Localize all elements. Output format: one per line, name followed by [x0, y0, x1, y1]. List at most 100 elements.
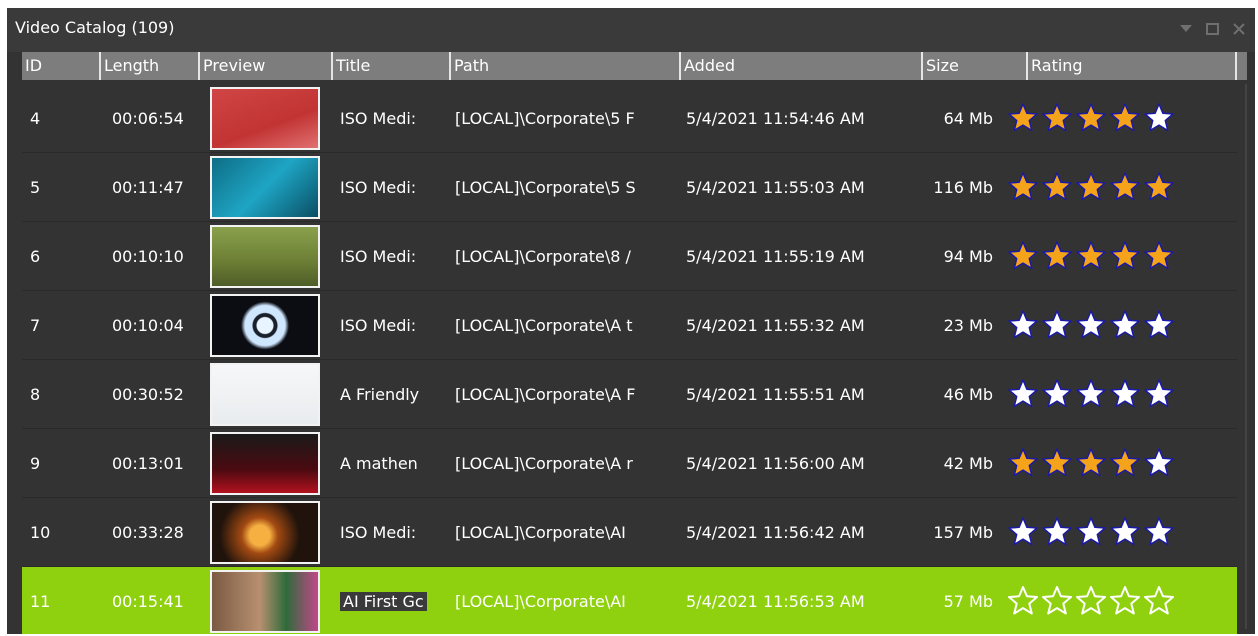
- cell-preview: [202, 431, 336, 495]
- star-filled-icon[interactable]: [1109, 171, 1141, 203]
- star-filled-icon[interactable]: [1041, 171, 1073, 203]
- column-header-path[interactable]: Path: [451, 52, 681, 80]
- table-row[interactable]: 10 00:33:28 ISO Medi: [LOCAL]\Corporate\…: [22, 498, 1237, 567]
- star-empty-icon[interactable]: [1075, 378, 1107, 410]
- cell-length: 00:15:41: [112, 591, 184, 611]
- table-row-selected[interactable]: 11 00:15:41 AI First Gc [LOCAL]\Corporat…: [22, 567, 1237, 634]
- star-filled-icon[interactable]: [1075, 240, 1107, 272]
- star-empty-icon[interactable]: [1041, 309, 1073, 341]
- column-header-preview[interactable]: Preview: [200, 52, 333, 80]
- cell-title: ISO Medi:: [340, 108, 417, 128]
- star-empty-icon[interactable]: [1143, 447, 1175, 479]
- star-empty-icon[interactable]: [1075, 585, 1107, 617]
- star-empty-icon[interactable]: [1041, 516, 1073, 548]
- star-filled-icon[interactable]: [1143, 171, 1175, 203]
- star-filled-icon[interactable]: [1075, 102, 1107, 134]
- star-empty-icon[interactable]: [1143, 102, 1175, 134]
- table-row[interactable]: 9 00:13:01 A mathen [LOCAL]\Corporate\A …: [22, 429, 1237, 498]
- star-filled-icon[interactable]: [1109, 102, 1141, 134]
- star-filled-icon[interactable]: [1109, 447, 1141, 479]
- column-header-added[interactable]: Added: [681, 52, 923, 80]
- star-filled-icon[interactable]: [1075, 171, 1107, 203]
- star-empty-icon[interactable]: [1143, 516, 1175, 548]
- star-empty-icon[interactable]: [1109, 378, 1141, 410]
- cell-path: [LOCAL]\Corporate\A F: [455, 384, 636, 404]
- cell-added: 5/4/2021 11:55:32 AM: [686, 315, 865, 335]
- star-empty-icon[interactable]: [1007, 378, 1039, 410]
- rating-stars[interactable]: [1001, 516, 1237, 548]
- star-empty-icon[interactable]: [1075, 309, 1107, 341]
- star-filled-icon[interactable]: [1041, 447, 1073, 479]
- star-filled-icon[interactable]: [1109, 240, 1141, 272]
- rating-stars[interactable]: [1001, 309, 1237, 341]
- close-icon[interactable]: [1233, 23, 1245, 35]
- table-row[interactable]: 8 00:30:52 A Friendly [LOCAL]\Corporate\…: [22, 360, 1237, 429]
- cell-length: 00:33:28: [112, 522, 184, 542]
- cell-length: 00:10:10: [112, 246, 184, 266]
- cell-preview: [202, 155, 336, 219]
- rating-stars[interactable]: [1001, 102, 1237, 134]
- vertical-scrollbar[interactable]: [1245, 84, 1247, 629]
- dropdown-icon[interactable]: [1180, 25, 1192, 33]
- cell-title: ISO Medi:: [340, 315, 417, 335]
- cell-length: 00:11:47: [112, 177, 184, 197]
- rating-stars[interactable]: [1001, 585, 1237, 617]
- rating-stars[interactable]: [1001, 240, 1237, 272]
- cell-length: 00:13:01: [112, 453, 184, 473]
- video-thumbnail[interactable]: [210, 293, 320, 357]
- table-row[interactable]: 5 00:11:47 ISO Medi: [LOCAL]\Corporate\5…: [22, 153, 1237, 222]
- maximize-icon[interactable]: [1206, 23, 1219, 35]
- table-row[interactable]: 4 00:06:54 ISO Medi: [LOCAL]\Corporate\5…: [22, 84, 1237, 153]
- star-empty-icon[interactable]: [1007, 309, 1039, 341]
- cell-title: A mathen: [340, 453, 418, 473]
- star-filled-icon[interactable]: [1007, 102, 1039, 134]
- star-empty-icon[interactable]: [1007, 585, 1039, 617]
- star-empty-icon[interactable]: [1007, 516, 1039, 548]
- video-thumbnail[interactable]: [210, 500, 320, 564]
- star-filled-icon[interactable]: [1041, 102, 1073, 134]
- star-empty-icon[interactable]: [1075, 516, 1107, 548]
- cell-title: A Friendly: [340, 384, 420, 404]
- video-thumbnail[interactable]: [210, 431, 320, 495]
- video-list: 4 00:06:54 ISO Medi: [LOCAL]\Corporate\5…: [22, 84, 1237, 634]
- window-controls: [1180, 23, 1245, 35]
- video-thumbnail[interactable]: [210, 569, 320, 633]
- star-empty-icon[interactable]: [1109, 585, 1141, 617]
- video-catalog-window: Video Catalog (109) ID Length Preview Ti…: [7, 8, 1255, 634]
- column-header-size[interactable]: Size: [923, 52, 1028, 80]
- star-filled-icon[interactable]: [1075, 447, 1107, 479]
- star-empty-icon[interactable]: [1143, 309, 1175, 341]
- star-empty-icon[interactable]: [1143, 585, 1175, 617]
- column-header-id[interactable]: ID: [22, 52, 101, 80]
- video-thumbnail[interactable]: [210, 362, 320, 426]
- video-thumbnail[interactable]: [210, 224, 320, 288]
- table-row[interactable]: 6 00:10:10 ISO Medi: [LOCAL]\Corporate\8…: [22, 222, 1237, 291]
- star-empty-icon[interactable]: [1109, 516, 1141, 548]
- star-filled-icon[interactable]: [1007, 171, 1039, 203]
- column-header-title[interactable]: Title: [333, 52, 451, 80]
- column-header-length[interactable]: Length: [101, 52, 200, 80]
- star-empty-icon[interactable]: [1041, 585, 1073, 617]
- window-titlebar: Video Catalog (109): [7, 8, 1255, 52]
- cell-added: 5/4/2021 11:55:03 AM: [686, 177, 865, 197]
- cell-size: 42 Mb: [943, 453, 993, 473]
- column-header-rating[interactable]: Rating: [1028, 52, 1237, 80]
- video-thumbnail[interactable]: [210, 155, 320, 219]
- star-empty-icon[interactable]: [1143, 378, 1175, 410]
- rating-stars[interactable]: [1001, 447, 1237, 479]
- rating-stars[interactable]: [1001, 171, 1237, 203]
- star-filled-icon[interactable]: [1143, 240, 1175, 272]
- star-empty-icon[interactable]: [1041, 378, 1073, 410]
- cell-size: 23 Mb: [943, 315, 993, 335]
- star-filled-icon[interactable]: [1007, 447, 1039, 479]
- star-filled-icon[interactable]: [1041, 240, 1073, 272]
- title-edit-highlight[interactable]: AI First Gc: [340, 591, 427, 611]
- star-filled-icon[interactable]: [1007, 240, 1039, 272]
- cell-preview: [202, 224, 336, 288]
- cell-added: 5/4/2021 11:55:51 AM: [686, 384, 865, 404]
- rating-stars[interactable]: [1001, 378, 1237, 410]
- cell-title: ISO Medi:: [340, 522, 417, 542]
- video-thumbnail[interactable]: [210, 86, 320, 150]
- table-row[interactable]: 7 00:10:04 ISO Medi: [LOCAL]\Corporate\A…: [22, 291, 1237, 360]
- star-empty-icon[interactable]: [1109, 309, 1141, 341]
